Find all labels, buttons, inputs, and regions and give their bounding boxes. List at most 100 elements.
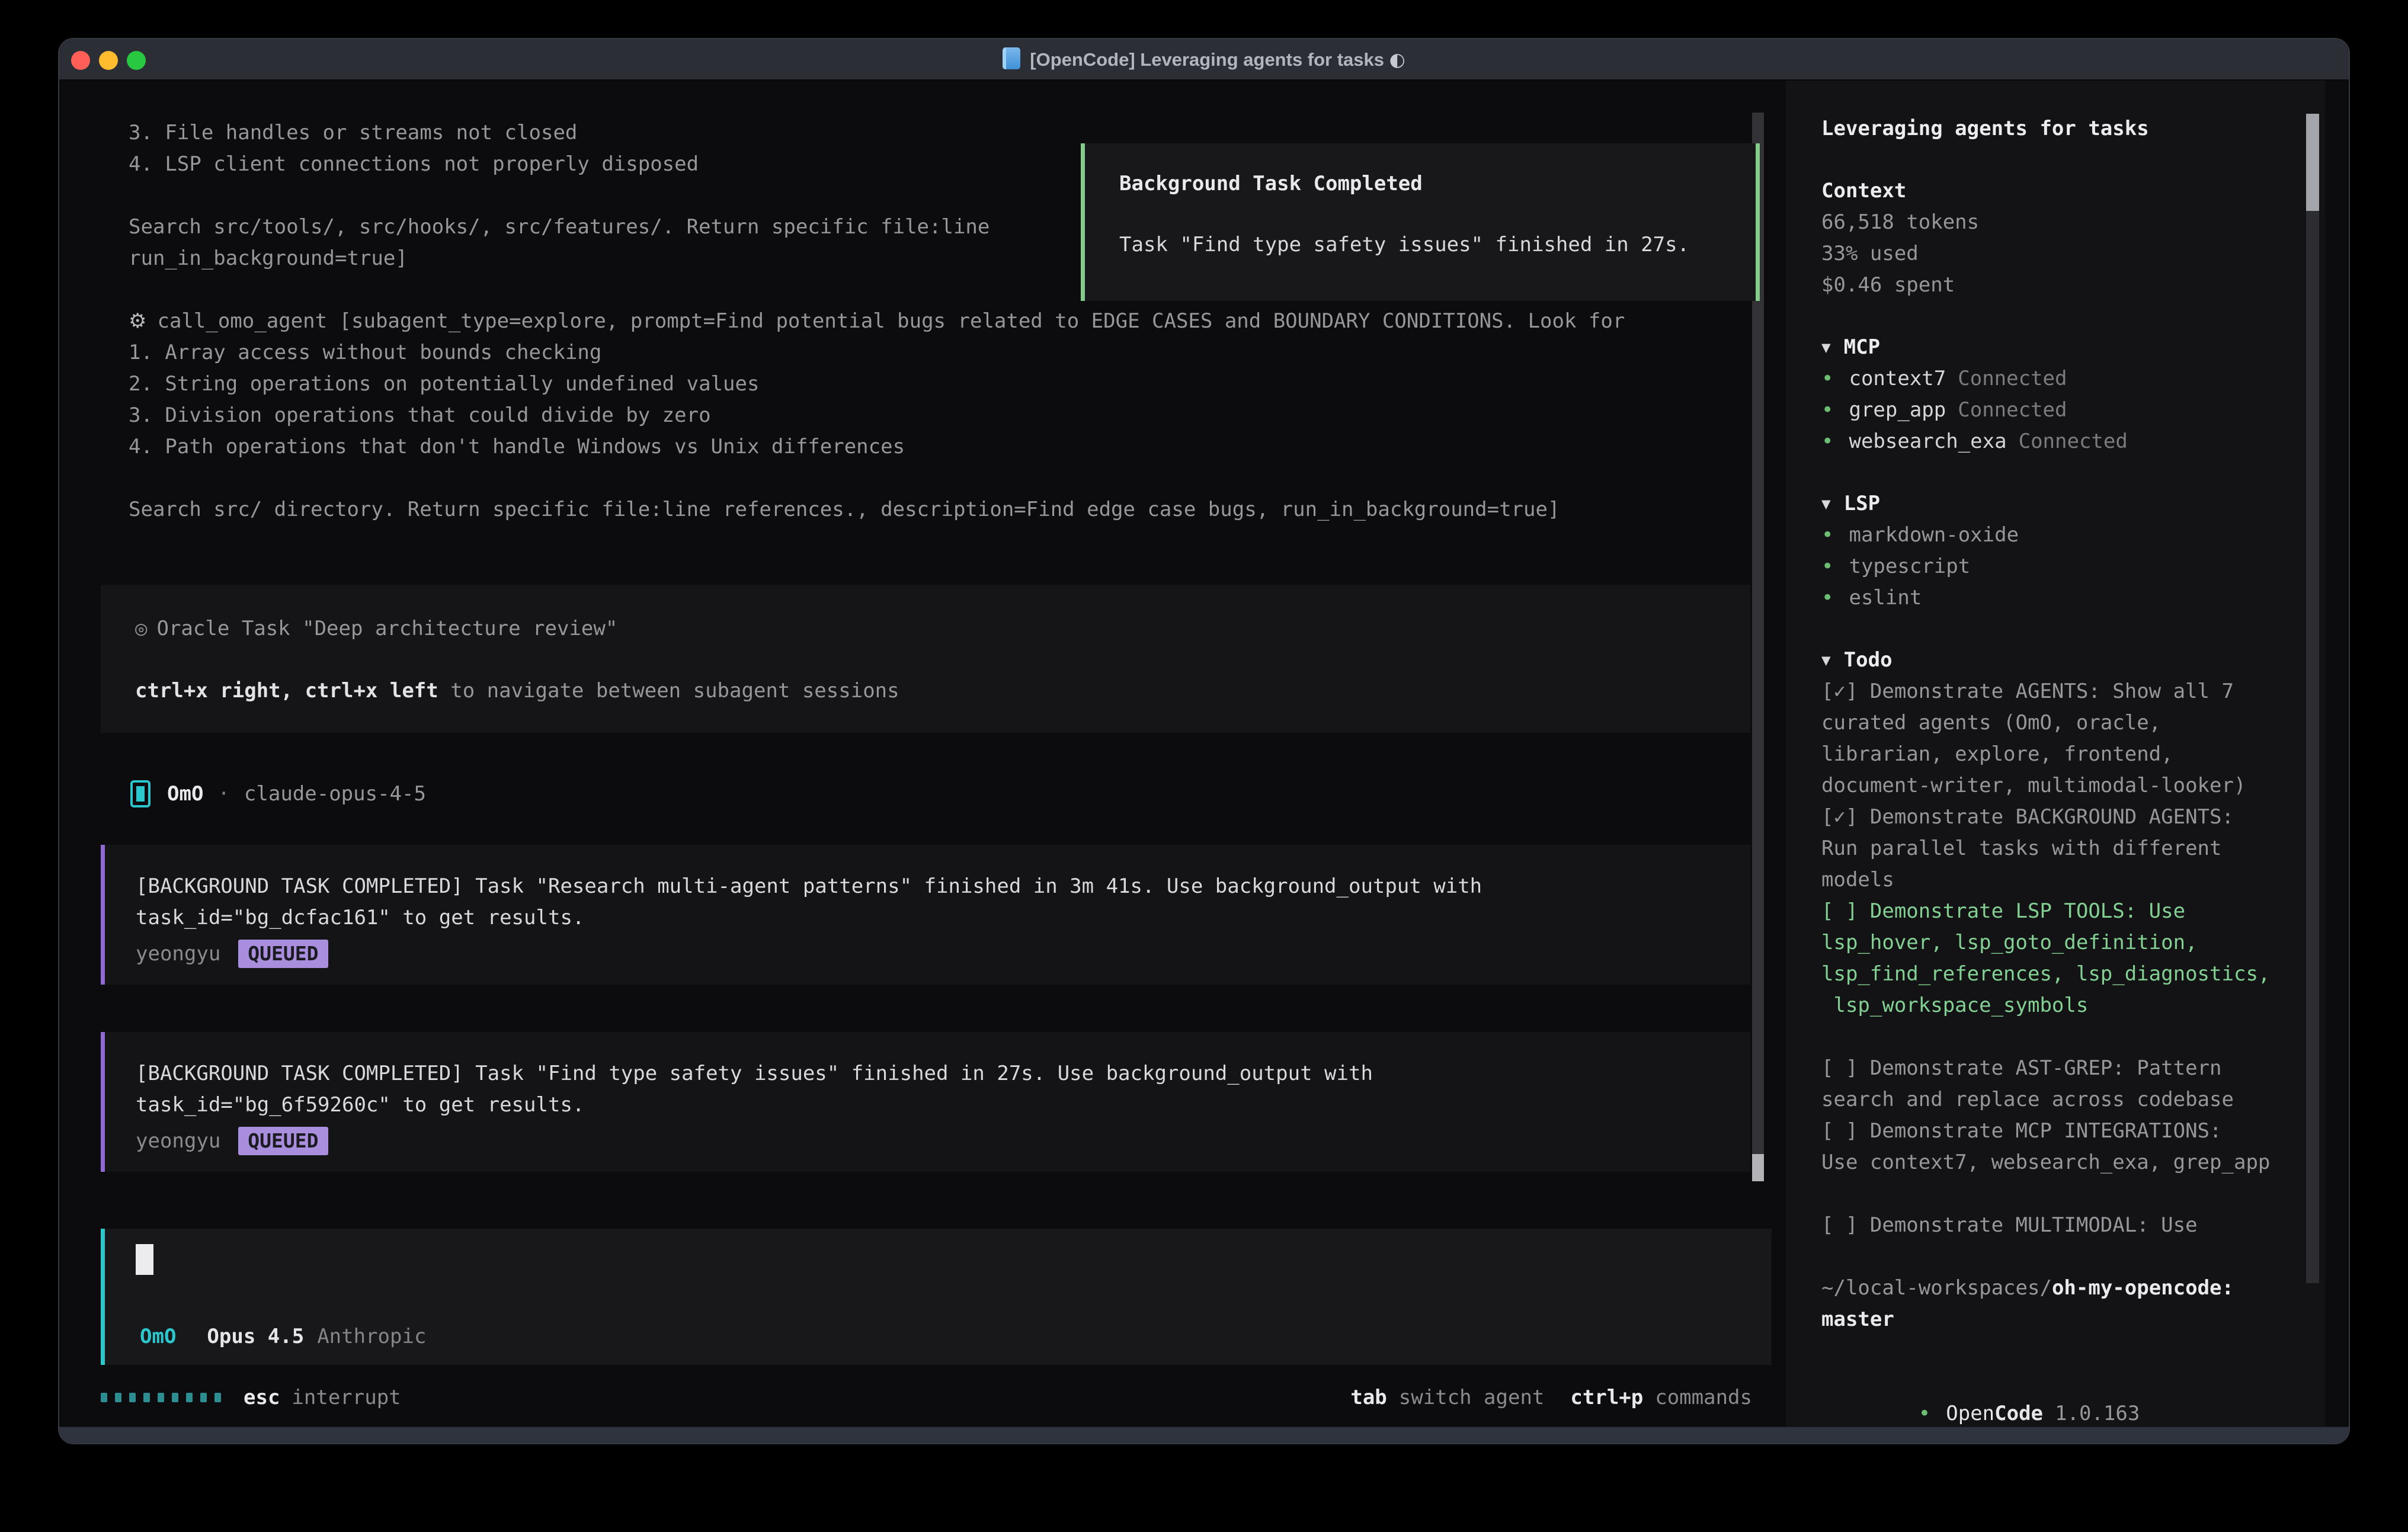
tool-call-text: call_omo_agent [subagent_type=explore, p… (157, 309, 1625, 333)
session-state-icon: ◐ (1389, 49, 1405, 70)
mcp-item: • grep_app Connected (1821, 395, 2325, 426)
shortcut-hint: ctrl+x right, ctrl+x left to navigate be… (135, 675, 1716, 707)
task-meta: yeongyu QUEUED (136, 1124, 1719, 1158)
input-model: Opus 4.5 (207, 1325, 304, 1348)
shortcut-keys: ctrl+x right, ctrl+x left (135, 679, 438, 703)
workspace-prefix: ~/local-workspaces/ (1821, 1276, 2052, 1300)
task-meta: yeongyu QUEUED (136, 937, 1719, 970)
output-line: 2. String operations on potentially unde… (129, 368, 1625, 400)
input-meta: OmO Opus 4.5 Anthropic (140, 1325, 426, 1348)
mcp-item: •context7Connected (1821, 363, 2325, 395)
todo-line: document-writer, multimodal-looker) (1821, 770, 2325, 802)
spinner-dots-icon (101, 1393, 221, 1402)
todo-item-active: [ ] Demonstrate LSP TOOLS: Use lsp_hover… (1821, 896, 2325, 1021)
todo-line: curated agents (OmO, oracle, (1821, 707, 2325, 739)
status-dot-icon: • (1919, 1402, 1930, 1425)
context-used: 33% used (1821, 238, 2325, 270)
todo-line: lsp_find_references, lsp_diagnostics, (1821, 959, 2325, 990)
app-name: Open (1946, 1402, 1994, 1425)
commands-label: commands (1655, 1386, 1752, 1409)
chevron-down-icon: ▼ (1821, 489, 1831, 520)
output-line: ⚙ call_omo_agent [subagent_type=explore, … (129, 306, 1625, 337)
ctrlp-key-hint: ctrl+p (1570, 1386, 1643, 1409)
status-dot-icon: • (1821, 398, 1833, 422)
branch-name: master (1821, 1304, 2325, 1335)
status-bar: esc interrupt tab switch agent ctrl+p co… (101, 1382, 1752, 1413)
chat-scrollbar-thumb[interactable] (1752, 1154, 1764, 1181)
context-heading: Context (1821, 175, 2325, 207)
output-line: 4. Path operations that don't handle Win… (129, 431, 1625, 463)
sidebar-title: Leveraging agents for tasks (1821, 113, 2325, 145)
output-line: 1. Array access without bounds checking (129, 337, 1625, 368)
window-bottom-bar (59, 1427, 2349, 1443)
output-line: Search src/ directory. Return specific f… (129, 494, 1625, 525)
workspace-repo: oh-my-opencode: (2052, 1276, 2234, 1300)
todo-line: Run parallel tasks with different (1821, 833, 2325, 864)
separator-dot: · (217, 782, 229, 806)
prompt-input[interactable]: OmO Opus 4.5 Anthropic (101, 1229, 1772, 1365)
task-user: yeongyu (136, 937, 220, 970)
oracle-task-box: ◎Oracle Task "Deep architecture review" … (101, 585, 1750, 733)
agent-model: claude-opus-4-5 (244, 782, 426, 806)
oracle-title-line: ◎Oracle Task "Deep architecture review" (135, 613, 1716, 645)
queued-badge: QUEUED (238, 1127, 328, 1155)
agent-name: OmO (167, 782, 203, 806)
toast-body: Task "Find type safety issues" finished … (1119, 229, 1721, 261)
app-version: 1.0.163 (2055, 1402, 2140, 1425)
window-title-text: [OpenCode] Leveraging agents for tasks (1030, 49, 1384, 70)
todo-line: [✓] Demonstrate BACKGROUND AGENTS: (1821, 802, 2325, 833)
status-dot-icon: • (1821, 523, 1833, 547)
todo-line: [ ] Demonstrate MULTIMODAL: Use (1821, 1210, 2325, 1241)
status-right: tab switch agent ctrl+p commands (1324, 1382, 1752, 1413)
todo-item: [ ] Demonstrate MCP INTEGRATIONS: Use co… (1821, 1116, 2325, 1178)
todo-line: [ ] Demonstrate AST-GREP: Pattern (1821, 1053, 2325, 1084)
mcp-status: Connected (1958, 398, 2067, 422)
todo-line: search and replace across codebase (1821, 1084, 2325, 1116)
screen: [OpenCode] Leveraging agents for tasks ◐… (0, 0, 2408, 1532)
mcp-status: Connected (2019, 430, 2128, 453)
status-dot-icon: • (1821, 555, 1833, 578)
todo-heading: Todo (1844, 648, 1893, 672)
sidebar: Leveraging agents for tasks Context 66,5… (1786, 81, 2325, 1427)
task-user: yeongyu (136, 1124, 220, 1158)
todo-line: models (1821, 864, 2325, 896)
todo-item: [ ] Demonstrate AST-GREP: Pattern search… (1821, 1053, 2325, 1116)
window-title: [OpenCode] Leveraging agents for tasks ◐ (59, 39, 2349, 81)
oracle-title: Oracle Task "Deep architecture review" (156, 617, 617, 640)
titlebar: [OpenCode] Leveraging agents for tasks ◐ (59, 39, 2349, 81)
version-line: •OpenCode1.0.163 (1821, 1367, 2325, 1398)
todo-line: [ ] Demonstrate MCP INTEGRATIONS: (1821, 1116, 2325, 1147)
mcp-name: grep_app (1849, 398, 1946, 422)
context-tokens: 66,518 tokens (1821, 207, 2325, 238)
lsp-heading: LSP (1844, 492, 1880, 515)
app-name-bold: Code (1994, 1402, 2043, 1425)
todo-line: [✓] Demonstrate AGENTS: Show all 7 (1821, 676, 2325, 707)
todo-item: [✓] Demonstrate BACKGROUND AGENTS: Run p… (1821, 802, 2325, 896)
lsp-section-header[interactable]: ▼ LSP (1821, 488, 2325, 520)
output-line-blank (129, 463, 1625, 494)
lsp-name: typescript (1849, 555, 1970, 578)
tab-key-hint: tab (1350, 1386, 1386, 1409)
status-dot-icon: • (1821, 586, 1833, 610)
queued-badge: QUEUED (238, 940, 328, 968)
input-agent-name: OmO (140, 1325, 176, 1348)
sidebar-scrollbar-thumb[interactable] (2306, 114, 2319, 211)
background-task-card: [BACKGROUND TASK COMPLETED] Task "Resear… (101, 845, 1750, 985)
mcp-section-header[interactable]: ▼MCP (1821, 332, 2325, 363)
lsp-item: •eslint (1821, 582, 2325, 614)
mcp-name: context7 (1849, 367, 1946, 390)
shortcut-label: to navigate between subagent sessions (438, 679, 899, 703)
gear-icon: ⚙ (129, 309, 146, 333)
mcp-status: Connected (1958, 367, 2067, 390)
todo-line: [ ] Demonstrate LSP TOOLS: Use (1821, 896, 2325, 927)
task-message: [BACKGROUND TASK COMPLETED] Task "Find t… (136, 1058, 1719, 1089)
sidebar-scrollbar[interactable] (2306, 114, 2319, 1283)
mcp-name: websearch_exa (1849, 430, 2006, 453)
chevron-down-icon: ▼ (1821, 332, 1831, 364)
lsp-name: markdown-oxide (1849, 523, 2019, 547)
todo-section-header[interactable]: ▼Todo (1821, 645, 2325, 676)
background-task-card: [BACKGROUND TASK COMPLETED] Task "Find t… (101, 1032, 1750, 1172)
lsp-item: • typescript (1821, 551, 2325, 582)
notebook-icon (1003, 47, 1020, 69)
workspace-path: ~/local-workspaces/oh-my-opencode: maste… (1821, 1273, 2325, 1335)
